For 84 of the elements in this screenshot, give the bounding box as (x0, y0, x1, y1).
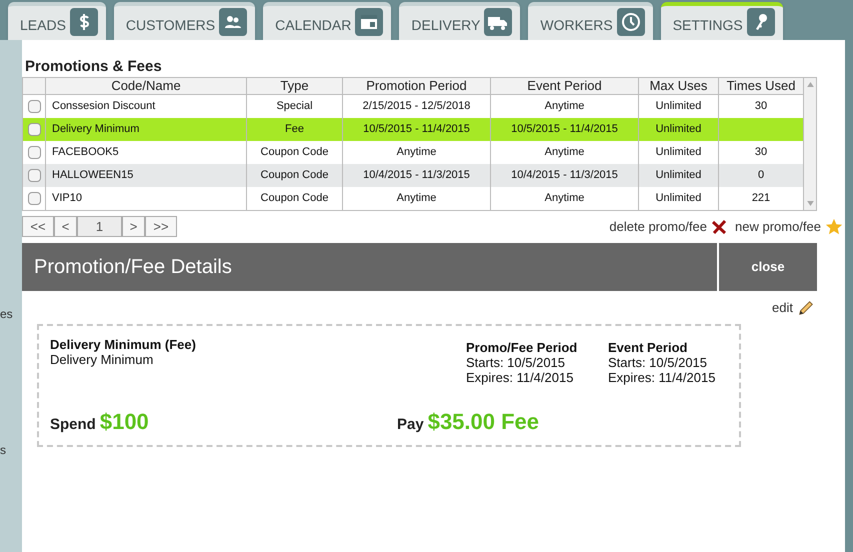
row-checkbox[interactable] (28, 123, 40, 136)
table-cell-text: Coupon Code (260, 168, 328, 184)
table-cell-text: 0 (758, 168, 764, 184)
edit-link[interactable]: edit (772, 298, 793, 318)
nav-tab[interactable]: LEADS (8, 2, 106, 40)
table-cell-text: 30 (754, 99, 768, 114)
close-button[interactable]: close (719, 243, 817, 291)
pager-button[interactable]: < (54, 216, 77, 237)
table-cell-text: Unlimited (656, 145, 702, 160)
table-cell-text: Unlimited (656, 168, 702, 184)
nav-tab[interactable]: CUSTOMERS (114, 2, 256, 40)
table-cell-text: Coupon Code (260, 145, 328, 160)
table-cell-text: 2/15/2015 - 12/5/2018 (362, 99, 470, 114)
table-cell-text: FACEBOOK5 (52, 145, 119, 160)
table-cell-text: Special (276, 99, 313, 114)
table-cell-text: Fee (285, 122, 304, 138)
table-cell-text: Conssesion Discount (52, 99, 156, 114)
pager-button[interactable]: << (22, 216, 54, 237)
section-title: Promotions & Fees (24, 57, 163, 77)
row-checkbox[interactable] (28, 146, 40, 159)
row-checkbox[interactable] (28, 100, 40, 113)
table-cell-text: Anytime (544, 145, 584, 160)
nav-tab[interactable]: CALENDAR (263, 2, 392, 40)
nav-tab[interactable]: WORKERS (528, 2, 653, 40)
star-icon (825, 218, 843, 236)
table-cell-text: 10/5/2015 - 11/4/2015 (363, 122, 470, 138)
table-cell-text: 30 (754, 145, 768, 160)
table-cell-text: Delivery Minimum (52, 122, 140, 138)
table-cell-text: Anytime (396, 191, 436, 206)
table-cell-text: Unlimited (656, 122, 702, 138)
table-cell-text: 10/4/2015 - 11/3/2015 (363, 168, 470, 184)
truck-icon (484, 8, 512, 36)
period-heading: Promo/Fee Period (466, 340, 578, 354)
table-cell-text: Anytime (544, 191, 584, 206)
row-checkbox[interactable] (28, 169, 40, 182)
table-cell-text: 10/4/2015 - 11/3/2015 (511, 168, 618, 184)
promo-name: Delivery Minimum (Fee) (50, 336, 197, 352)
spend-amount: $100 (100, 408, 149, 436)
nav-tab[interactable]: DELIVERY (399, 2, 520, 40)
period-expiry: Expires: 11/4/2015 (466, 370, 574, 384)
table-cell-text: HALLOWEEN15 (52, 168, 134, 184)
pager-button[interactable]: >> (145, 216, 177, 237)
table-cell-text: Anytime (544, 99, 584, 114)
row-checkbox[interactable] (28, 192, 40, 205)
period-start: Starts: 10/5/2015 (608, 354, 708, 370)
table-cell-text: Coupon Code (260, 191, 328, 206)
spend-label: Spend (50, 414, 96, 434)
column-header[interactable]: Promotion Period (343, 78, 491, 94)
sidebar-item[interactable]: s (0, 441, 22, 459)
sidebar-item[interactable]: es (0, 305, 22, 323)
scroll-down-icon[interactable] (806, 201, 814, 206)
cross-icon (711, 218, 727, 234)
table-cell-text: 10/5/2015 - 11/4/2015 (511, 122, 618, 138)
table-cell-text: Anytime (396, 145, 436, 160)
promo-subtitle: Delivery Minimum (50, 352, 154, 366)
period-heading: Event Period (608, 340, 688, 354)
column-header[interactable]: Event Period (491, 78, 639, 94)
pencil-icon (797, 298, 815, 317)
period-expiry: Expires: 11/4/2015 (608, 370, 716, 384)
pay-label: Pay (397, 414, 424, 434)
calendar-icon (355, 8, 384, 36)
table-cell-text: VIP10 (52, 191, 82, 206)
page-number[interactable]: 1 (77, 216, 122, 237)
column-header[interactable]: Type (247, 78, 343, 94)
delete-link[interactable]: delete promo/fee (609, 216, 727, 236)
clock-icon (616, 8, 645, 36)
table-row[interactable]: HALLOWEEN15 Coupon Code 10/4/2015 - 11/3/2015 10/4/2015 - 11/3/2015 Unlimited 0 (23, 164, 804, 187)
scroll-up-icon[interactable] (806, 82, 814, 87)
dollar-icon (70, 8, 98, 36)
people-icon (219, 8, 248, 36)
table-row[interactable]: Delivery Minimum Fee 10/5/2015 - 11/4/2015 10/5/2015 - 11/4/2015 Unlimited (23, 118, 804, 141)
column-header[interactable]: Code/Name (46, 78, 247, 94)
scrollbar[interactable] (804, 78, 816, 210)
nav-tab[interactable]: SETTINGS (660, 2, 783, 40)
pager-button[interactable]: > (122, 216, 145, 237)
pay-amount: $35.00 Fee (428, 408, 540, 436)
new-link[interactable]: new promo/fee (735, 216, 843, 236)
table-cell-text: 221 (752, 191, 770, 206)
table-cell-text: Unlimited (656, 99, 702, 114)
key-icon (746, 8, 775, 36)
column-header[interactable]: Max Uses (639, 78, 719, 94)
details-title: Promotion/Fee Details (34, 255, 232, 280)
period-start: Starts: 10/5/2015 (466, 354, 566, 370)
table-cell-text: Unlimited (656, 191, 702, 206)
